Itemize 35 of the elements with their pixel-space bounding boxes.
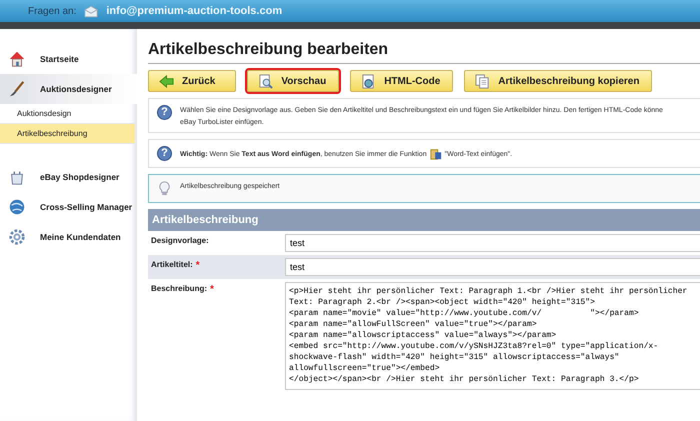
sidebar-item[interactable]: Cross-Selling Manager — [0, 192, 137, 222]
toolbar-button[interactable]: Zurück — [148, 70, 236, 92]
document-globe-icon — [361, 74, 376, 88]
contact-email: info@premium-auction-tools.com — [106, 5, 282, 17]
toolbar-button[interactable]: Vorschau — [247, 70, 340, 92]
input-field[interactable]: test — [285, 234, 700, 252]
globe-icon — [8, 198, 26, 216]
toolbar-button[interactable]: Artikelbeschreibung kopieren — [464, 70, 652, 92]
brush-icon — [8, 80, 26, 98]
input-field[interactable]: test — [285, 258, 700, 276]
arrow-left-icon — [159, 74, 174, 88]
sidebar-subitem[interactable]: Artikelbeschreibung — [0, 124, 135, 144]
required-mark: * — [196, 260, 200, 273]
magnifier-document-icon — [258, 74, 274, 88]
required-mark: * — [210, 284, 214, 297]
sidebar-item[interactable]: Meine Kundendaten — [0, 222, 137, 252]
sidebar-item[interactable]: eBay Shopdesigner — [0, 162, 137, 192]
envelope-icon — [84, 4, 98, 18]
sidebar-item[interactable]: Startseite — [0, 44, 137, 74]
word-paste-icon[interactable] — [430, 148, 442, 160]
help-icon: ? — [157, 105, 172, 120]
form-header: Artikelbeschreibung — [148, 209, 700, 231]
contact-label: Fragen an: — [28, 6, 76, 16]
house-icon — [8, 50, 26, 68]
field-label: Artikeltitel: — [151, 260, 193, 271]
page-title: Artikelbeschreibung bearbeiten — [148, 41, 700, 64]
gear-icon — [8, 228, 26, 246]
toolbar-button[interactable]: HTML-Code — [350, 70, 454, 92]
sidebar-item[interactable]: Auktionsdesigner — [0, 74, 137, 104]
code-editor-field[interactable]: <p>Hier steht ihr persönlicher Text: Paragraph 1.<br />Hier steht ihr persönlicher Text: Paragraph 2.<br /><span><object width="420" height="315"> <param name="movie" value="http://www.youtube.com/v/ "></param> <param name="allowFullScreen" value="true"></param> <param name="allowscriptaccess" value="always"></param> <embed src="http://www.youtube.com/v/ySNsHJZ3ta8?rel=0" type="application/x- shockwave-flash" width="420" height="315" allowscriptaccess="always" allowfullscreen="true"></embed> </object></span><br />Hier steht ihr persönlicher Text: Paragraph 3.</p> — [285, 282, 700, 390]
field-label: Beschreibung: — [151, 284, 208, 295]
field-label: Designvorlage: — [151, 236, 209, 247]
light-bulb-icon — [157, 181, 172, 196]
copy-icon — [475, 74, 490, 88]
help-icon: ? — [157, 146, 172, 161]
